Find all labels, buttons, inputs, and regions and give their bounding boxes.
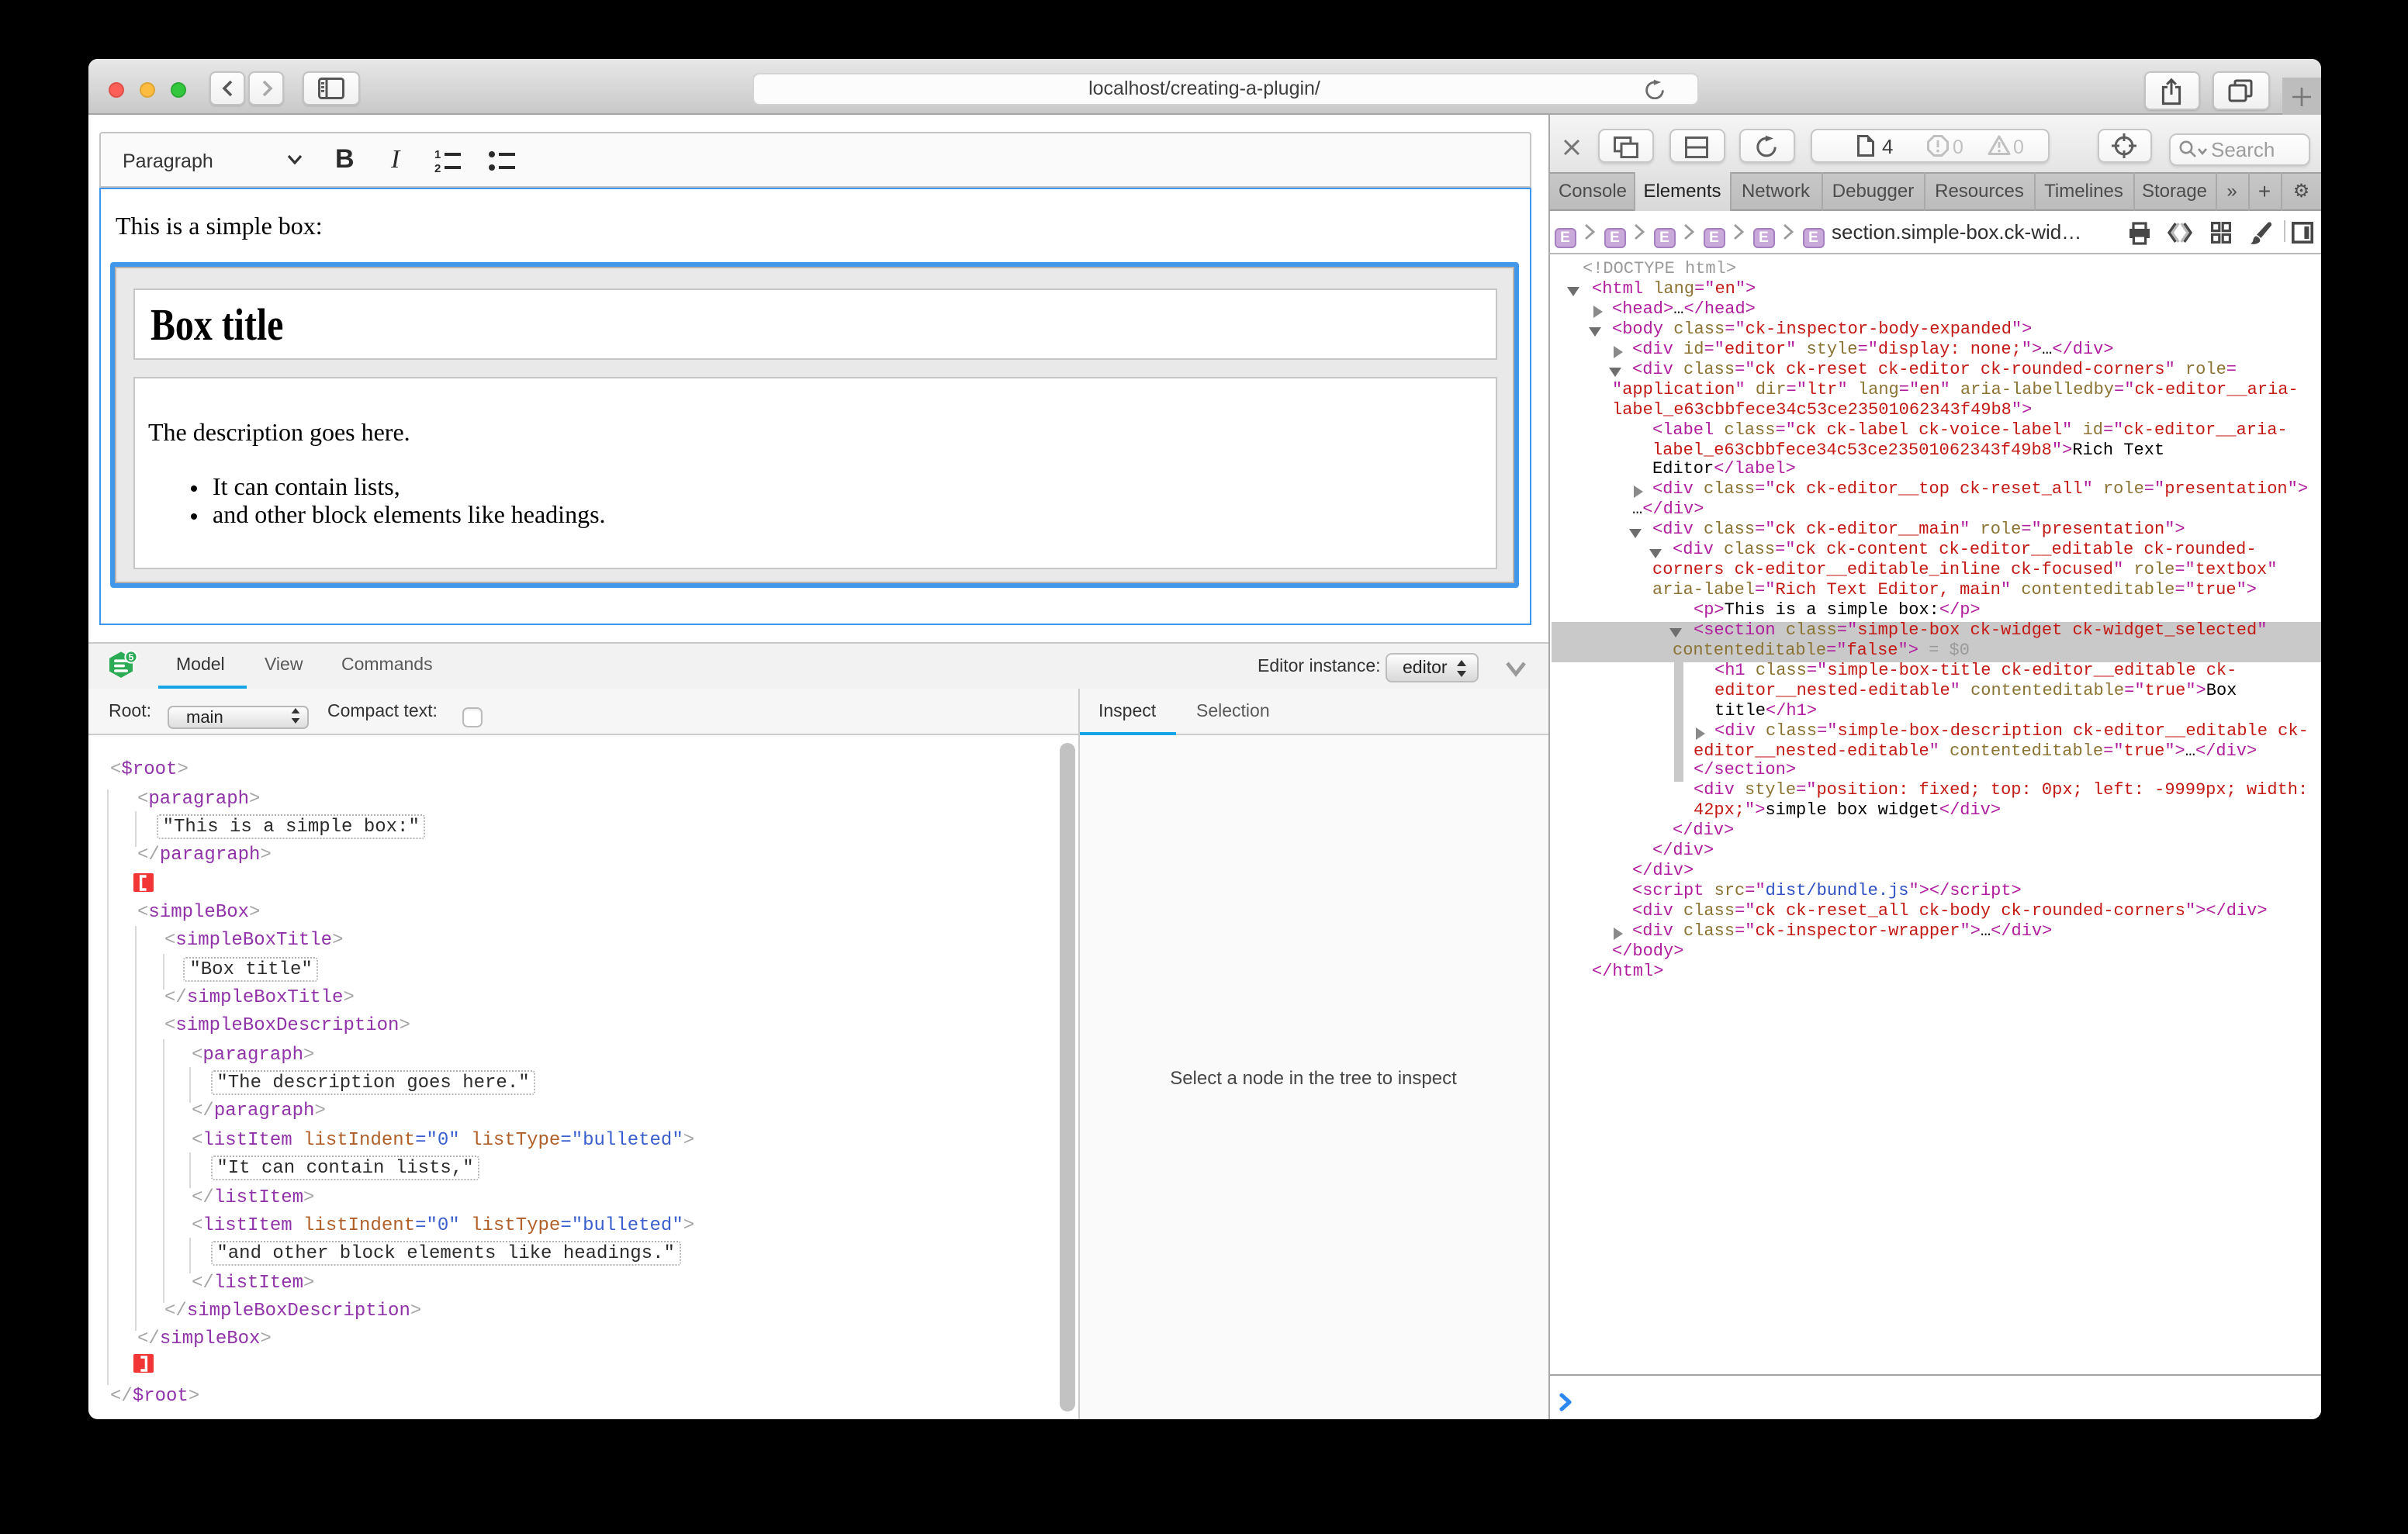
svg-text:2: 2	[434, 161, 441, 173]
svg-text:5: 5	[129, 651, 134, 662]
svg-text:1: 1	[434, 147, 441, 161]
